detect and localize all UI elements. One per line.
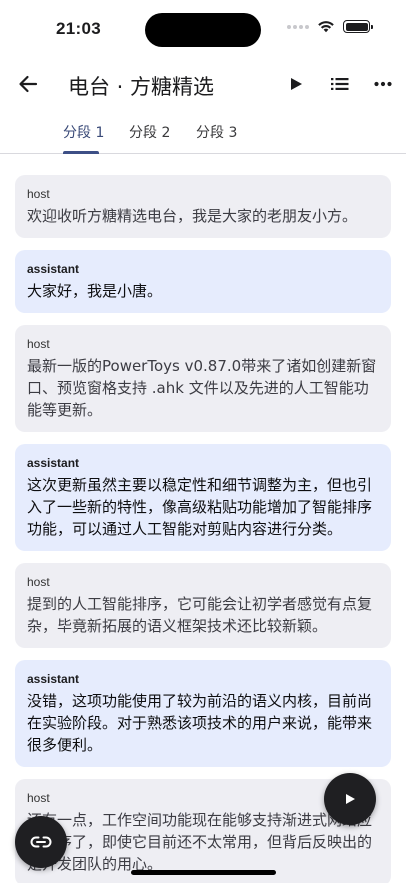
host-message: host 提到的人工智能排序，它可能会让初学者感觉有点复杂，毕竟新拓展的语义框架…: [15, 563, 391, 648]
tab-segment-2[interactable]: 分段 2: [129, 122, 170, 142]
list-icon: [331, 78, 349, 90]
back-button[interactable]: [14, 70, 42, 98]
speaker-label: host: [27, 575, 50, 589]
wifi-icon: [318, 21, 334, 33]
message-text: 欢迎收听方糖精选电台，我是大家的老朋友小方。: [27, 207, 358, 225]
app-bar: 电台 · 方糖精选: [0, 60, 406, 108]
assistant-message: assistant 大家好，我是小唐。: [15, 250, 391, 313]
active-tab-indicator: [63, 151, 99, 154]
speaker-label: assistant: [27, 262, 80, 276]
play-icon: [291, 78, 302, 90]
tab-segment-3[interactable]: 分段 3: [196, 122, 237, 142]
host-message: host 最新一版的PowerToys v0.87.0带来了诸如创建新窗口、预览…: [15, 325, 391, 432]
playlist-button[interactable]: [326, 70, 354, 98]
segment-tabs: 分段 1 分段 2 分段 3: [0, 112, 406, 154]
cellular-signal-icon: [287, 24, 309, 29]
link-icon: [30, 836, 52, 848]
status-time: 21:03: [56, 19, 101, 38]
message-text: 最新一版的PowerToys v0.87.0带来了诸如创建新窗口、预览窗格支持 …: [27, 357, 377, 419]
floating-link-button[interactable]: [15, 816, 67, 868]
battery-icon: [343, 20, 373, 33]
assistant-message: assistant 没错，这项功能使用了较为前沿的语义内核，目前尚在实验阶段。对…: [15, 660, 391, 767]
play-button[interactable]: [282, 70, 310, 98]
speaker-label: host: [27, 337, 50, 351]
speaker-label: assistant: [27, 456, 80, 470]
page-title: 电台 · 方糖精选: [68, 75, 215, 99]
dynamic-island: [145, 13, 261, 47]
message-text: 没错，这项功能使用了较为前沿的语义内核，目前尚在实验阶段。对于熟悉该项技术的用户…: [27, 692, 373, 754]
tab-segment-1[interactable]: 分段 1: [63, 122, 104, 142]
floating-play-button[interactable]: [324, 773, 376, 825]
more-icon: [374, 81, 392, 87]
back-arrow-icon: [19, 75, 38, 93]
message-text: 这次更新虽然主要以稳定性和细节调整为主，但也引入了一些新的特性，像高级粘贴功能增…: [27, 476, 373, 538]
home-indicator: [131, 870, 276, 875]
message-text: 提到的人工智能排序，它可能会让初学者感觉有点复杂，毕竟新拓展的语义框架技术还比较…: [27, 595, 373, 635]
message-text: 大家好，我是小唐。: [27, 282, 163, 300]
speaker-label: host: [27, 187, 50, 201]
status-icons: [287, 20, 373, 33]
message-text: 还有一点，工作空间功能现在能够支持渐进式网络应用程序了，即使它目前还不太常用，但…: [27, 811, 373, 873]
more-button[interactable]: [369, 70, 397, 98]
speaker-label: assistant: [27, 672, 80, 686]
play-icon: [346, 794, 355, 804]
status-bar: 21:03: [0, 0, 406, 60]
assistant-message: assistant 这次更新虽然主要以稳定性和细节调整为主，但也引入了一些新的特…: [15, 444, 391, 551]
host-message: host 欢迎收听方糖精选电台，我是大家的老朋友小方。: [15, 175, 391, 238]
